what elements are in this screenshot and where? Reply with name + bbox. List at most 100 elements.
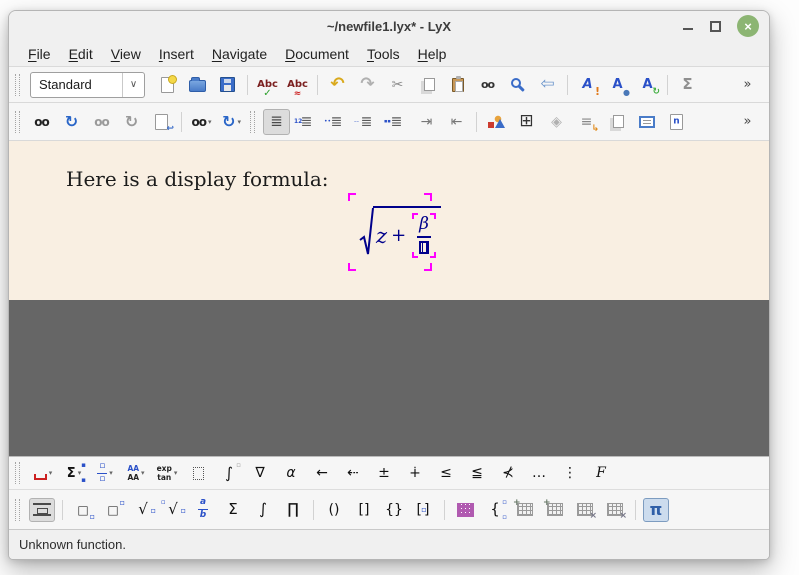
parentheses-button[interactable]: () <box>321 498 347 522</box>
menu-file[interactable]: File <box>19 43 60 65</box>
increase-depth-button[interactable]: ⇥ <box>413 109 440 135</box>
math-fonts-button[interactable]: AAAA▾ <box>123 461 149 485</box>
toolbar-overflow-button[interactable]: » <box>734 72 761 98</box>
math-relations-button[interactable]: ≤ <box>433 461 459 485</box>
formula-variable[interactable]: z <box>376 224 387 248</box>
math-operators-button[interactable]: ∇ <box>247 461 273 485</box>
paragraph-style-combo[interactable]: Standard ∨ <box>30 72 145 98</box>
toolbar-drag-handle[interactable] <box>15 74 20 96</box>
apply-style-button[interactable]: A↻ <box>634 72 661 98</box>
open-document-button[interactable] <box>184 72 211 98</box>
toolbar-drag-handle[interactable] <box>15 499 20 521</box>
brackets-button[interactable]: [] <box>351 498 377 522</box>
undo-button[interactable]: ↶ <box>324 72 351 98</box>
add-column-button[interactable]: + <box>542 498 568 522</box>
insert-crossref-button[interactable]: ≡↳ <box>573 109 600 135</box>
product-button[interactable]: ∏ <box>280 498 306 522</box>
math-integral-limits-button[interactable]: ∫▫ <box>216 461 242 485</box>
math-functions-button[interactable]: exptan▾ <box>154 461 180 485</box>
math-panel-toggle[interactable]: π <box>643 498 669 522</box>
menu-edit[interactable]: Edit <box>60 43 102 65</box>
maximize-button[interactable] <box>710 21 721 32</box>
check-spelling-continuously-button[interactable]: Abc≈ <box>284 72 311 98</box>
math-relations-extra-button[interactable]: ≦ <box>464 461 490 485</box>
superscript-button[interactable]: □▫ <box>100 498 126 522</box>
combo-chevron-icon[interactable]: ∨ <box>122 73 144 97</box>
math-mode-button[interactable]: Σ <box>674 72 701 98</box>
update-pdf-button[interactable]: ↻ <box>58 109 85 135</box>
math-arrows-button[interactable]: ← <box>309 461 335 485</box>
fraction-inset[interactable]: β <box>412 213 436 258</box>
toolbar-overflow-button[interactable]: » <box>734 109 761 135</box>
insert-citation-button[interactable] <box>603 109 630 135</box>
copy-button[interactable] <box>414 72 441 98</box>
toolbar-drag-handle[interactable] <box>15 462 20 484</box>
integral-button[interactable]: ∫ <box>250 498 276 522</box>
spellcheck-button[interactable]: Abc✓ <box>254 72 281 98</box>
navigate-back-button[interactable]: ⇦ <box>534 72 561 98</box>
square-root-button[interactable]: √▫ <box>130 498 156 522</box>
insert-matrix-button[interactable] <box>452 498 478 522</box>
math-frame-button[interactable]: F <box>588 461 614 485</box>
document-page[interactable]: Here is a display formula: z + <box>9 141 769 300</box>
math-dotted-arrows-button[interactable]: ⇠ <box>340 461 366 485</box>
cut-button[interactable]: ✂ <box>384 72 411 98</box>
display-formula-inset[interactable]: z + β <box>348 193 432 271</box>
toolbar-drag-handle[interactable] <box>15 111 20 133</box>
math-decorations-button[interactable]: ▾ <box>30 461 56 485</box>
insert-note-button[interactable]: n <box>663 109 690 135</box>
labeling-list-button[interactable]: ≣▪▪ <box>383 109 410 135</box>
numbered-list-button[interactable]: ≣12 <box>293 109 320 135</box>
insert-graphics-button[interactable] <box>483 109 510 135</box>
menu-help[interactable]: Help <box>409 43 456 65</box>
menu-document[interactable]: Document <box>276 43 358 65</box>
math-dot-plus-button[interactable]: ∔ <box>402 461 428 485</box>
menu-insert[interactable]: Insert <box>150 43 203 65</box>
math-vdots-button[interactable]: ⋮ <box>557 461 583 485</box>
view-master-button[interactable]: oo <box>88 109 115 135</box>
new-document-button[interactable] <box>154 72 181 98</box>
math-dots-button[interactable]: … <box>526 461 552 485</box>
emphasis-button[interactable]: A! <box>574 72 601 98</box>
math-negative-relations-button[interactable]: ⊀ <box>495 461 521 485</box>
cancel-export-button[interactable]: ↩ <box>148 109 175 135</box>
insert-cases-button[interactable]: {▫▫ <box>482 498 508 522</box>
toolbar-drag-handle[interactable] <box>250 111 255 133</box>
paste-button[interactable] <box>444 72 471 98</box>
subscript-button[interactable]: □▫ <box>70 498 96 522</box>
delete-column-button[interactable]: × <box>602 498 628 522</box>
redo-button[interactable]: ↷ <box>354 72 381 98</box>
decrease-depth-button[interactable]: ⇤ <box>443 109 470 135</box>
math-fractions-button[interactable]: ▫▫▾ <box>92 461 118 485</box>
fraction-numerator[interactable]: β <box>417 216 431 236</box>
math-spacing-button[interactable] <box>185 461 211 485</box>
find-advanced-button[interactable] <box>504 72 531 98</box>
menu-navigate[interactable]: Navigate <box>203 43 276 65</box>
insert-box-button[interactable] <box>633 109 660 135</box>
math-greek-button[interactable]: α <box>278 461 304 485</box>
find-replace-button[interactable]: oo <box>474 72 501 98</box>
titlebar[interactable]: ~/newfile1.lyx* - LyX × <box>9 11 769 41</box>
delete-row-button[interactable]: × <box>572 498 598 522</box>
formula-operator[interactable]: + <box>391 225 406 246</box>
delimiters-button[interactable]: []▫ <box>411 498 437 522</box>
document-paragraph[interactable]: Here is a display formula: <box>66 167 328 191</box>
radicand[interactable]: z + β <box>373 206 441 258</box>
braces-button[interactable]: {} <box>381 498 407 522</box>
description-list-button[interactable]: ≣–– <box>353 109 380 135</box>
paragraph-style-button[interactable]: ≣ <box>263 109 290 135</box>
close-button[interactable]: × <box>737 15 759 37</box>
add-row-button[interactable]: + <box>512 498 538 522</box>
view-other-formats-button[interactable]: oo▾ <box>188 109 215 135</box>
noun-button[interactable]: A● <box>604 72 631 98</box>
menu-tools[interactable]: Tools <box>358 43 409 65</box>
empty-math-box[interactable] <box>419 241 429 254</box>
update-other-formats-button[interactable]: ↻▾ <box>218 109 245 135</box>
bullet-list-button[interactable]: ≣•• <box>323 109 350 135</box>
display-formula-toggle[interactable] <box>29 498 55 522</box>
math-big-operators-button[interactable]: Σ▪▪▾ <box>61 461 87 485</box>
view-pdf-button[interactable]: oo <box>28 109 55 135</box>
sum-button[interactable]: Σ <box>220 498 246 522</box>
minimize-button[interactable] <box>682 20 694 32</box>
formula-body[interactable]: z + β <box>359 206 441 258</box>
